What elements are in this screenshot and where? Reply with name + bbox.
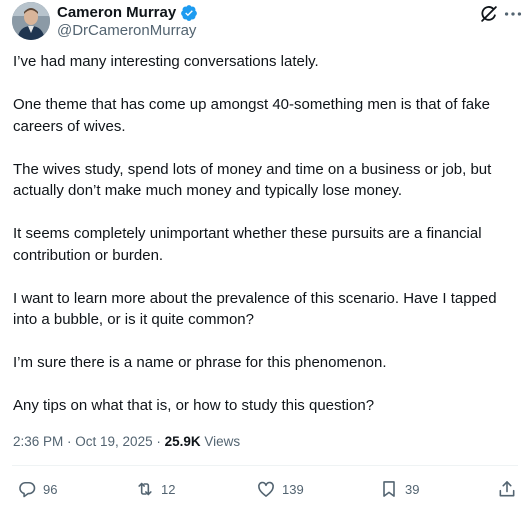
bookmark-icon <box>383 481 395 497</box>
heart-icon <box>258 481 274 497</box>
views-count: 25.9K <box>164 434 201 449</box>
bookmark-count: 39 <box>405 481 420 497</box>
repost-count: 12 <box>161 481 176 497</box>
tweet-paragraph: One theme that has come up amongst 40-so… <box>13 96 490 135</box>
bookmark-button[interactable]: 39 <box>379 476 419 502</box>
tweet-paragraph: Any tips on what that is, or how to stud… <box>13 397 375 414</box>
reply-count: 96 <box>43 481 58 497</box>
tweet-time[interactable]: 2:36 PM <box>13 434 63 449</box>
tweet-paragraph: I’ve had many interesting conversations … <box>13 53 319 70</box>
tweet: Cameron Murray @DrCameronMurray I’ve had… <box>0 0 530 512</box>
views-label: Views <box>204 434 241 449</box>
reply-button[interactable]: 96 <box>17 476 57 502</box>
meta-separator: · <box>152 434 165 449</box>
like-button[interactable]: 139 <box>256 476 304 502</box>
avatar[interactable] <box>12 2 50 40</box>
tweet-paragraph: I want to learn more about the prevalenc… <box>13 289 497 329</box>
repost-icon <box>138 482 152 496</box>
tweet-paragraph: The wives study, spend lots of money and… <box>13 160 492 200</box>
share-icon <box>499 481 515 497</box>
avatar-image <box>12 2 50 40</box>
more-icon[interactable] <box>502 3 524 25</box>
action-bar: 96 12 139 39 <box>0 476 530 502</box>
grok-icon[interactable] <box>478 3 500 25</box>
author-name-row: Cameron Murray <box>57 4 198 22</box>
author-display-name[interactable]: Cameron Murray <box>57 4 176 22</box>
tweet-meta: 2:36 PM · Oct 19, 2025 · 25.9K Views <box>13 433 240 451</box>
tweet-paragraph: I’m sure there is a name or phrase for t… <box>13 354 387 371</box>
divider <box>12 465 518 466</box>
like-count: 139 <box>282 481 304 497</box>
author-handle[interactable]: @DrCameronMurray <box>57 22 196 40</box>
meta-separator: · <box>63 434 76 449</box>
verified-badge-icon[interactable] <box>180 4 198 22</box>
repost-button[interactable]: 12 <box>135 476 175 502</box>
tweet-text: I’ve had many interesting conversations … <box>13 51 523 417</box>
share-button[interactable] <box>497 476 517 502</box>
reply-icon <box>19 481 36 498</box>
tweet-paragraph: It seems completely unimportant whether … <box>13 225 482 264</box>
tweet-date[interactable]: Oct 19, 2025 <box>75 434 152 449</box>
